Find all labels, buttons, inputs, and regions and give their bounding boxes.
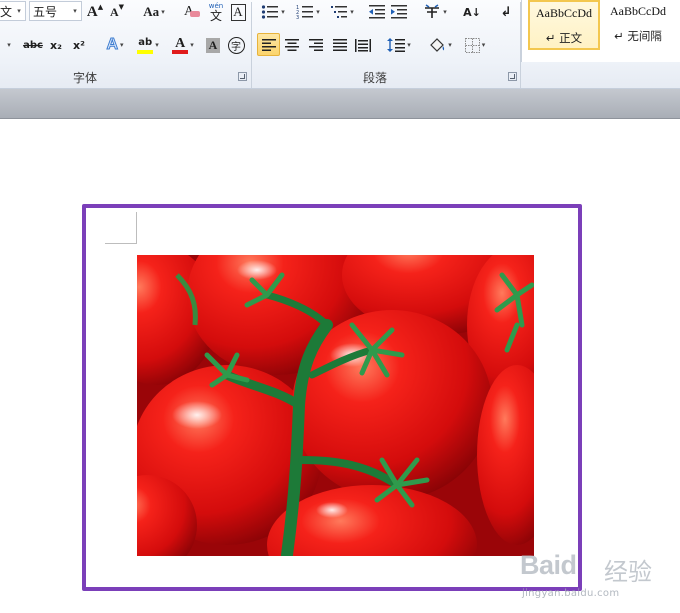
baidu-watermark: Baid 经验 jingyan.baidu.com: [520, 546, 680, 608]
bullets-icon: [262, 5, 279, 19]
phonetic-guide-icon: 文: [209, 9, 222, 23]
font-size-value: 五号: [33, 4, 58, 19]
increase-indent-button[interactable]: [389, 1, 409, 23]
align-center-button[interactable]: [282, 34, 302, 56]
font-group-label: 字体: [72, 71, 97, 85]
chevron-down-icon: ▾: [448, 41, 452, 49]
underline-dropdown[interactable]: ▾: [0, 34, 18, 56]
distributed-button[interactable]: [353, 34, 373, 56]
grow-font-icon: A: [86, 3, 98, 20]
font-name-combo[interactable]: 文 ▾: [0, 1, 26, 21]
justify-icon: [333, 39, 347, 51]
shrink-font-icon: A: [109, 4, 119, 19]
chevron-down-icon: ▾: [7, 41, 11, 49]
ribbon: 文 ▾ 五号 ▾ A ▲ A ▼ Aa ▾ A wén 文 A ▾ abc x₂ x²…: [0, 0, 680, 89]
borders-button[interactable]: ▾: [460, 34, 490, 56]
char-shading-icon: A: [206, 37, 220, 53]
sort-icon: A↓: [463, 5, 481, 19]
highlight-button[interactable]: ab ▾: [132, 34, 164, 56]
chevron-down-icon: ▾: [443, 8, 447, 16]
chevron-down-icon: ▾: [316, 8, 320, 16]
font-dialog-launcher-icon[interactable]: [238, 72, 247, 81]
selection-highlight-box: [82, 204, 582, 591]
chevron-down-icon: ▾: [481, 41, 486, 49]
group-divider: [251, 2, 252, 88]
shrink-font-button[interactable]: A ▼: [108, 1, 126, 23]
paragraph-mark-icon: ↲: [500, 4, 512, 20]
text-effects-button[interactable]: A ▾: [101, 34, 129, 56]
shading-button[interactable]: ▾: [425, 34, 455, 56]
chevron-down-icon: ▾: [17, 7, 21, 15]
highlight-icon: ab: [137, 37, 154, 54]
document-gap: [0, 89, 680, 119]
grow-font-button[interactable]: A ▲: [86, 1, 104, 23]
chevron-down-icon: ▾: [161, 8, 165, 16]
style-item-no-spacing[interactable]: AaBbCcDd ↵ 无间隔: [602, 0, 674, 50]
align-center-icon: [285, 39, 299, 51]
phonetic-guide-button[interactable]: wén 文: [205, 0, 227, 22]
border-grid-icon: [464, 37, 480, 53]
numbering-button[interactable]: 1 2 3 ▾: [292, 1, 324, 23]
decrease-indent-button[interactable]: [367, 1, 387, 23]
chevron-down-icon: ▾: [407, 41, 411, 49]
bullets-button[interactable]: ▾: [257, 1, 289, 23]
line-spacing-icon: [387, 38, 406, 52]
change-case-icon: Aa: [143, 4, 160, 19]
enclose-char-button[interactable]: 字: [226, 34, 246, 56]
increase-indent-icon: [391, 5, 407, 19]
font-name-value: 文: [0, 4, 13, 19]
subscript-button[interactable]: x₂: [46, 34, 66, 56]
font-color-button[interactable]: A ▾: [167, 34, 199, 56]
watermark-url: jingyan.baidu.com: [522, 588, 620, 599]
superscript-icon: x²: [73, 38, 85, 52]
char-shading-button[interactable]: A: [204, 34, 222, 56]
numbering-icon: 1 2 3: [296, 5, 314, 20]
strikethrough-icon: abc: [23, 39, 43, 51]
char-border-button[interactable]: A: [229, 1, 247, 23]
styles-gallery: AaBbCcDd ↵ 正文 AaBbCcDd ↵ 无间隔: [521, 0, 680, 62]
watermark-brand: Baid: [520, 550, 577, 580]
watermark-text: 经验: [604, 558, 652, 586]
strikethrough-button[interactable]: abc: [21, 34, 45, 56]
sort-button[interactable]: A↓: [460, 1, 484, 23]
multilevel-list-button[interactable]: ▾: [327, 1, 357, 23]
paragraph-dialog-launcher-icon[interactable]: [508, 72, 517, 81]
multilevel-list-icon: [331, 6, 348, 18]
decrease-indent-icon: [369, 5, 385, 19]
change-case-button[interactable]: Aa ▾: [140, 1, 168, 23]
show-marks-button[interactable]: ↲: [496, 1, 516, 23]
enclose-char-icon: 字: [227, 36, 245, 54]
distributed-icon: [355, 38, 371, 52]
font-color-icon: A: [172, 36, 189, 54]
clear-format-icon: A: [184, 4, 200, 20]
style-name: ↵ 正文: [545, 31, 583, 45]
justify-button[interactable]: [330, 34, 350, 56]
text-effects-icon: A: [106, 36, 119, 54]
chinese-layout-button[interactable]: ▾: [420, 1, 450, 23]
align-left-button[interactable]: [257, 33, 280, 56]
chevron-down-icon: ▾: [281, 8, 285, 16]
font-size-combo[interactable]: 五号 ▾: [29, 1, 82, 21]
align-left-icon: [261, 38, 276, 51]
chevron-down-icon: ▾: [190, 41, 194, 49]
align-right-button[interactable]: [306, 34, 326, 56]
superscript-button[interactable]: x²: [69, 34, 89, 56]
chevron-down-icon: ▾: [350, 8, 354, 16]
chevron-down-icon: ▾: [120, 41, 124, 49]
svg-text:3: 3: [296, 15, 299, 20]
style-name: ↵ 无间隔: [614, 29, 662, 43]
subscript-icon: x₂: [50, 38, 62, 52]
style-sample: AaBbCcDd: [610, 4, 666, 18]
paint-bucket-icon: [430, 38, 445, 52]
chevron-down-icon: ▾: [73, 7, 77, 15]
align-right-icon: [309, 39, 323, 51]
paragraph-group-label: 段落: [362, 71, 387, 85]
chevron-down-icon: ▾: [155, 41, 159, 49]
char-border-icon: A: [230, 3, 246, 21]
line-spacing-button[interactable]: ▾: [384, 34, 414, 56]
chinese-layout-icon: [425, 4, 440, 18]
style-item-normal[interactable]: AaBbCcDd ↵ 正文: [528, 0, 600, 50]
style-sample: AaBbCcDd: [536, 6, 592, 20]
clear-format-button[interactable]: A: [178, 1, 200, 23]
